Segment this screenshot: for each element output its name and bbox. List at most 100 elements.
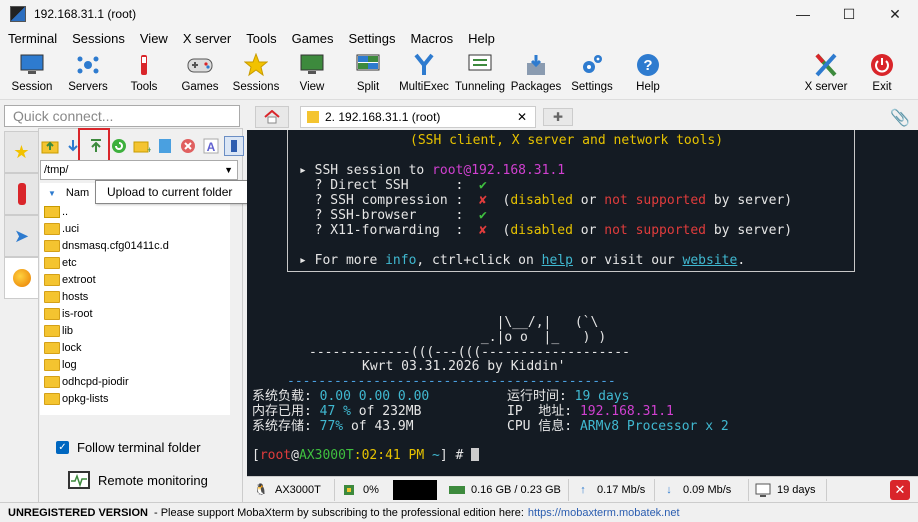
close-button[interactable]: ✕ <box>872 0 918 28</box>
view-button[interactable]: View <box>284 50 340 93</box>
new-folder-icon[interactable]: + <box>132 136 152 156</box>
packages-button[interactable]: Packages <box>508 50 564 93</box>
list-item[interactable]: hosts <box>40 288 230 305</box>
menu-help[interactable]: Help <box>460 31 502 46</box>
refresh-icon[interactable] <box>109 136 129 156</box>
folder-icon <box>44 273 60 286</box>
menu-terminal[interactable]: Terminal <box>0 31 64 46</box>
list-item[interactable]: dnsmasq.cfg01411c.d <box>40 237 230 254</box>
menu-xserver[interactable]: X server <box>175 31 238 46</box>
term-disk-line: 系统存储: 77% of 43.9M <box>252 419 414 434</box>
tools-button[interactable]: Tools <box>116 50 172 93</box>
servers-label: Servers <box>68 81 108 93</box>
download-arrow-icon: ↓ <box>666 483 672 496</box>
cursor <box>471 448 480 461</box>
chevron-down-icon[interactable]: ▼ <box>224 161 233 179</box>
menu-bar: Terminal Sessions View X server Tools Ga… <box>0 28 918 48</box>
tunneling-button[interactable]: Tunneling <box>452 50 508 93</box>
servers-button[interactable]: Servers <box>60 50 116 93</box>
parent-folder-icon[interactable] <box>40 136 60 156</box>
session-tab[interactable]: 2. 192.168.31.1 (root) ✕ <box>300 106 536 128</box>
permissions-icon[interactable] <box>224 136 244 156</box>
folder-icon <box>44 375 60 388</box>
status-memory: 0.16 GB / 0.23 GB <box>443 478 569 501</box>
session-tab-label: 2. 192.168.31.1 (root) <box>325 110 441 124</box>
sftp-path-input[interactable]: /tmp/ ▼ <box>40 160 238 180</box>
packages-label: Packages <box>510 81 562 93</box>
file-name: lock <box>62 341 82 354</box>
folder-icon <box>44 358 60 371</box>
home-tab[interactable] <box>255 106 289 128</box>
multiexec-button[interactable]: MultiExec <box>396 50 452 93</box>
games-button[interactable]: Games <box>172 50 228 93</box>
file-name: .. <box>62 205 69 218</box>
bottom-bar: UNREGISTERED VERSION - Please support Mo… <box>0 502 918 522</box>
terminal[interactable]: (SSH client, X server and network tools)… <box>247 130 918 476</box>
term-ip-line: IP 地址: 192.168.31.1 <box>507 404 674 419</box>
gear-icon <box>579 52 605 78</box>
list-item[interactable]: lib <box>40 322 230 339</box>
status-upload-label: 0.17 Mb/s <box>597 483 646 496</box>
tools-label: Tools <box>130 81 158 93</box>
list-item[interactable]: extroot <box>40 271 230 288</box>
home-icon <box>264 110 280 124</box>
sessions-tab-star[interactable]: ★ <box>4 131 38 173</box>
tools-icon <box>17 183 26 205</box>
list-item[interactable]: is-root <box>40 305 230 322</box>
close-tab-icon[interactable]: ✕ <box>517 110 527 124</box>
maximize-button[interactable]: ☐ <box>826 0 872 28</box>
file-list-hscrollbar[interactable] <box>40 415 238 423</box>
sessions-button[interactable]: Sessions <box>228 50 284 93</box>
menu-games[interactable]: Games <box>284 31 341 46</box>
rename-icon[interactable]: A <box>201 136 221 156</box>
help-icon: ? <box>635 52 661 78</box>
cpu-graph <box>393 479 437 500</box>
list-item[interactable]: .uci <box>40 220 230 237</box>
paperclip-icon[interactable]: 📎 <box>890 108 910 128</box>
close-session-icon[interactable]: ✕ <box>890 480 910 500</box>
tools-tab[interactable] <box>4 173 38 215</box>
quick-connect-input[interactable]: Quick connect... <box>4 105 240 127</box>
list-item[interactable]: log <box>40 356 230 373</box>
list-item[interactable]: etc <box>40 254 230 271</box>
menu-sessions[interactable]: Sessions <box>64 31 132 46</box>
menu-view[interactable]: View <box>132 31 175 46</box>
help-link[interactable]: help <box>542 253 573 268</box>
follow-terminal-folder-checkbox[interactable]: ✓ Follow terminal folder <box>56 440 201 455</box>
svg-text:?: ? <box>643 57 652 74</box>
file-name: etc <box>62 256 77 269</box>
list-item[interactable]: .. <box>40 203 230 220</box>
list-item[interactable]: lock <box>40 339 230 356</box>
file-list-scrollbar[interactable] <box>230 183 238 415</box>
exit-button[interactable]: Exit <box>854 50 910 93</box>
folder-icon <box>44 239 60 252</box>
term-tools-line: (SSH client, X server and network tools) <box>410 133 724 148</box>
settings-button[interactable]: Settings <box>564 50 620 93</box>
macros-tab[interactable]: ➤ <box>4 215 38 257</box>
menu-settings[interactable]: Settings <box>341 31 403 46</box>
menu-tools[interactable]: Tools <box>238 31 283 46</box>
power-icon <box>869 52 895 78</box>
clock-monitor-icon <box>755 483 771 497</box>
minimize-button[interactable]: — <box>780 0 826 28</box>
term-cpu-line: CPU 信息: ARMv8 Processor x 2 <box>507 419 729 434</box>
mobaxterm-link[interactable]: https://mobaxterm.mobatek.net <box>528 507 680 519</box>
sort-arrow-icon: ▼ <box>48 188 56 198</box>
sftp-tab[interactable] <box>4 257 38 299</box>
split-button[interactable]: Split <box>340 50 396 93</box>
list-item[interactable]: odhcpd-piodir <box>40 373 230 390</box>
delete-icon[interactable] <box>178 136 198 156</box>
sftp-path-value: /tmp/ <box>44 164 69 176</box>
linux-penguin-icon: 🐧 <box>254 484 268 496</box>
remote-monitoring-button[interactable]: Remote monitoring <box>68 471 208 489</box>
xserver-button[interactable]: X server <box>798 50 854 93</box>
packages-icon <box>523 52 549 78</box>
menu-macros[interactable]: Macros <box>402 31 460 46</box>
new-file-icon[interactable] <box>155 136 175 156</box>
website-link[interactable]: website <box>683 253 738 268</box>
new-tab-button[interactable]: ✚ <box>543 108 573 126</box>
term-x11-line: ? X11-forwarding : ✘ (disabled or not su… <box>299 223 793 238</box>
list-item[interactable]: opkg-lists <box>40 390 230 407</box>
help-button[interactable]: ? Help <box>620 50 676 93</box>
session-button[interactable]: Session <box>4 50 60 93</box>
